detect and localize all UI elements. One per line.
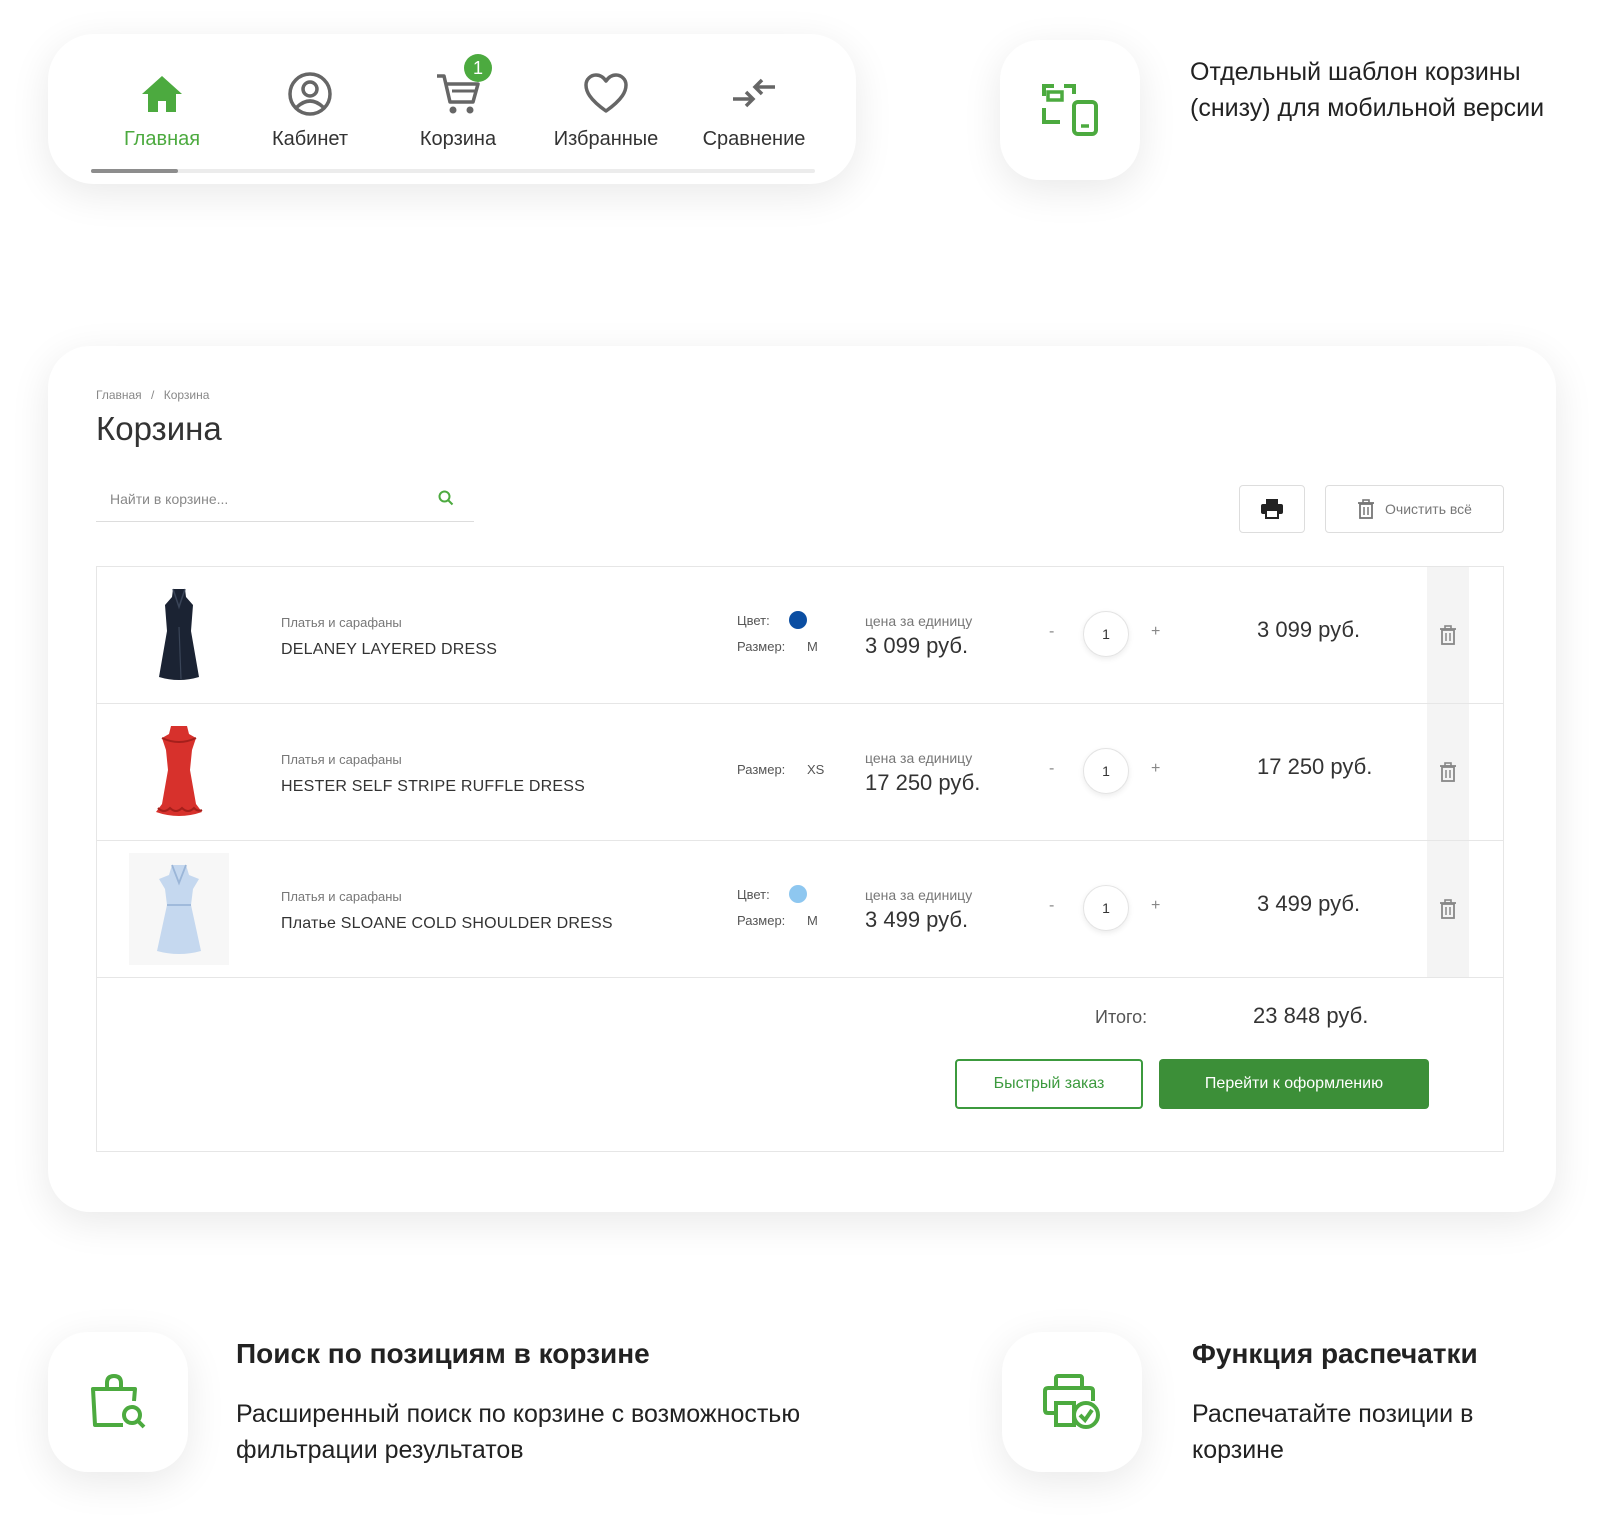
cart-search-input[interactable]	[110, 490, 430, 507]
size-value: M	[807, 639, 818, 654]
responsive-device-icon	[1042, 84, 1098, 136]
unit-price: 3 499 руб.	[865, 907, 969, 932]
color-swatch	[789, 611, 807, 629]
breadcrumb-home-link[interactable]: Главная	[96, 388, 142, 402]
qty-input[interactable]: 1	[1083, 611, 1129, 657]
cart-count-badge: 1	[464, 54, 492, 82]
size-value: XS	[807, 762, 825, 777]
qty-decrease-button[interactable]: -	[1049, 623, 1054, 641]
nav-item-cabinet[interactable]: Кабинет	[236, 68, 384, 151]
cart-items-table: Платья и сарафаны DELANEY LAYERED DRESS …	[96, 566, 1504, 1152]
delete-item-button[interactable]	[1427, 841, 1469, 977]
nav-scrollbar-thumb[interactable]	[91, 169, 178, 173]
user-circle-icon	[284, 68, 336, 120]
nav-label: Корзина	[419, 128, 497, 150]
item-total: 3 099 руб.	[1257, 617, 1361, 642]
breadcrumb: Главная / Корзина	[96, 388, 215, 402]
quick-order-button[interactable]: Быстрый заказ	[955, 1059, 1143, 1109]
cart-total-value: 23 848 руб.	[1253, 1003, 1369, 1028]
nav-label: Главная	[123, 128, 201, 150]
unit-price-label: цена за единицу	[865, 887, 973, 903]
trash-icon	[1440, 899, 1456, 919]
print-button[interactable]	[1239, 485, 1305, 533]
delete-item-button[interactable]	[1427, 567, 1469, 703]
size-label: Размер:	[737, 913, 786, 928]
product-category: Платья и сарафаны	[281, 889, 402, 904]
printer-icon	[1261, 499, 1283, 519]
unit-price-label: цена за единицу	[865, 613, 973, 629]
product-category: Платья и сарафаны	[281, 615, 402, 630]
search-icon[interactable]	[438, 490, 454, 511]
product-image-dress-red[interactable]	[129, 716, 229, 828]
trash-icon	[1440, 625, 1456, 645]
nav-item-home[interactable]: Главная	[88, 68, 236, 151]
print-feature-description: Распечатайте позиции в корзине	[1192, 1400, 1474, 1464]
trash-icon	[1358, 499, 1375, 519]
color-label: Цвет:	[737, 613, 770, 628]
qty-input[interactable]: 1	[1083, 885, 1129, 931]
item-total: 17 250 руб.	[1257, 754, 1373, 779]
product-image-dress-black[interactable]	[129, 579, 229, 691]
item-total: 3 499 руб.	[1257, 891, 1361, 916]
mobile-template-icon-card	[1000, 40, 1140, 180]
unit-price-label: цена за единицу	[865, 750, 973, 766]
nav-item-favorites[interactable]: Избранные	[532, 68, 680, 151]
product-name-link[interactable]: DELANEY LAYERED DRESS	[281, 641, 497, 659]
qty-decrease-button[interactable]: -	[1049, 897, 1054, 915]
mobile-template-description: Отдельный шаблон корзины (снизу) для моб…	[1190, 58, 1545, 122]
clear-all-label: Очистить всё	[1385, 501, 1472, 517]
nav-scrollbar[interactable]	[91, 169, 815, 173]
print-feature-icon-card	[1002, 1332, 1142, 1472]
nav-label: Кабинет	[271, 128, 349, 150]
unit-price: 17 250 руб.	[865, 770, 981, 795]
size-value: M	[807, 913, 818, 928]
cart-item-row: Платья и сарафаны HESTER SELF STRIPE RUF…	[97, 704, 1503, 841]
cart-item-row: Платья и сарафаны Платье SLOANE COLD SHO…	[97, 841, 1503, 978]
cart-panel: Главная / Корзина Корзина Очистить всё П…	[48, 346, 1556, 1212]
nav-label: Сравнение	[702, 128, 806, 150]
qty-input[interactable]: 1	[1083, 748, 1129, 794]
color-swatch	[789, 885, 807, 903]
product-name-link[interactable]: HESTER SELF STRIPE RUFFLE DRESS	[281, 778, 585, 796]
page-title: Корзина	[96, 410, 222, 447]
nav-label: Избранные	[553, 128, 659, 150]
shopping-bag-search-icon	[91, 1373, 146, 1429]
home-icon	[136, 68, 188, 120]
cart-icon: 1	[432, 54, 492, 120]
compare-icon	[728, 68, 780, 120]
heart-icon	[580, 68, 632, 120]
cart-total-label: Итого:	[1095, 1007, 1148, 1027]
unit-price: 3 099 руб.	[865, 633, 969, 658]
product-category: Платья и сарафаны	[281, 752, 402, 767]
clear-all-button[interactable]: Очистить всё	[1325, 485, 1504, 533]
qty-decrease-button[interactable]: -	[1049, 760, 1054, 778]
nav-item-cart[interactable]: 1 Корзина	[384, 54, 532, 151]
delete-item-button[interactable]	[1427, 704, 1469, 840]
size-label: Размер:	[737, 762, 786, 777]
size-label: Размер:	[737, 639, 786, 654]
nav-item-compare[interactable]: Сравнение	[680, 68, 828, 151]
checkout-button[interactable]: Перейти к оформлению	[1159, 1059, 1429, 1109]
print-feature-title: Функция распечатки	[1192, 1338, 1478, 1369]
search-feature-icon-card	[48, 1332, 188, 1472]
qty-increase-button[interactable]: +	[1151, 760, 1160, 778]
cart-search	[96, 476, 474, 522]
product-name-link[interactable]: Платье SLOANE COLD SHOULDER DRESS	[281, 915, 613, 933]
printer-check-icon	[1043, 1374, 1100, 1429]
qty-increase-button[interactable]: +	[1151, 897, 1160, 915]
search-feature-title: Поиск по позициям в корзине	[236, 1338, 650, 1369]
product-image-dress-lightblue[interactable]	[129, 853, 229, 965]
breadcrumb-current: Корзина	[163, 388, 210, 402]
qty-increase-button[interactable]: +	[1151, 623, 1160, 641]
trash-icon	[1440, 762, 1456, 782]
color-label: Цвет:	[737, 887, 770, 902]
breadcrumb-separator: /	[151, 388, 155, 402]
mobile-bottom-nav: Главная Кабинет 1 Корзина Избранные Срав…	[48, 34, 856, 184]
search-feature-description: Расширенный поиск по корзине с возможнос…	[236, 1400, 801, 1464]
cart-item-row: Платья и сарафаны DELANEY LAYERED DRESS …	[97, 567, 1503, 704]
